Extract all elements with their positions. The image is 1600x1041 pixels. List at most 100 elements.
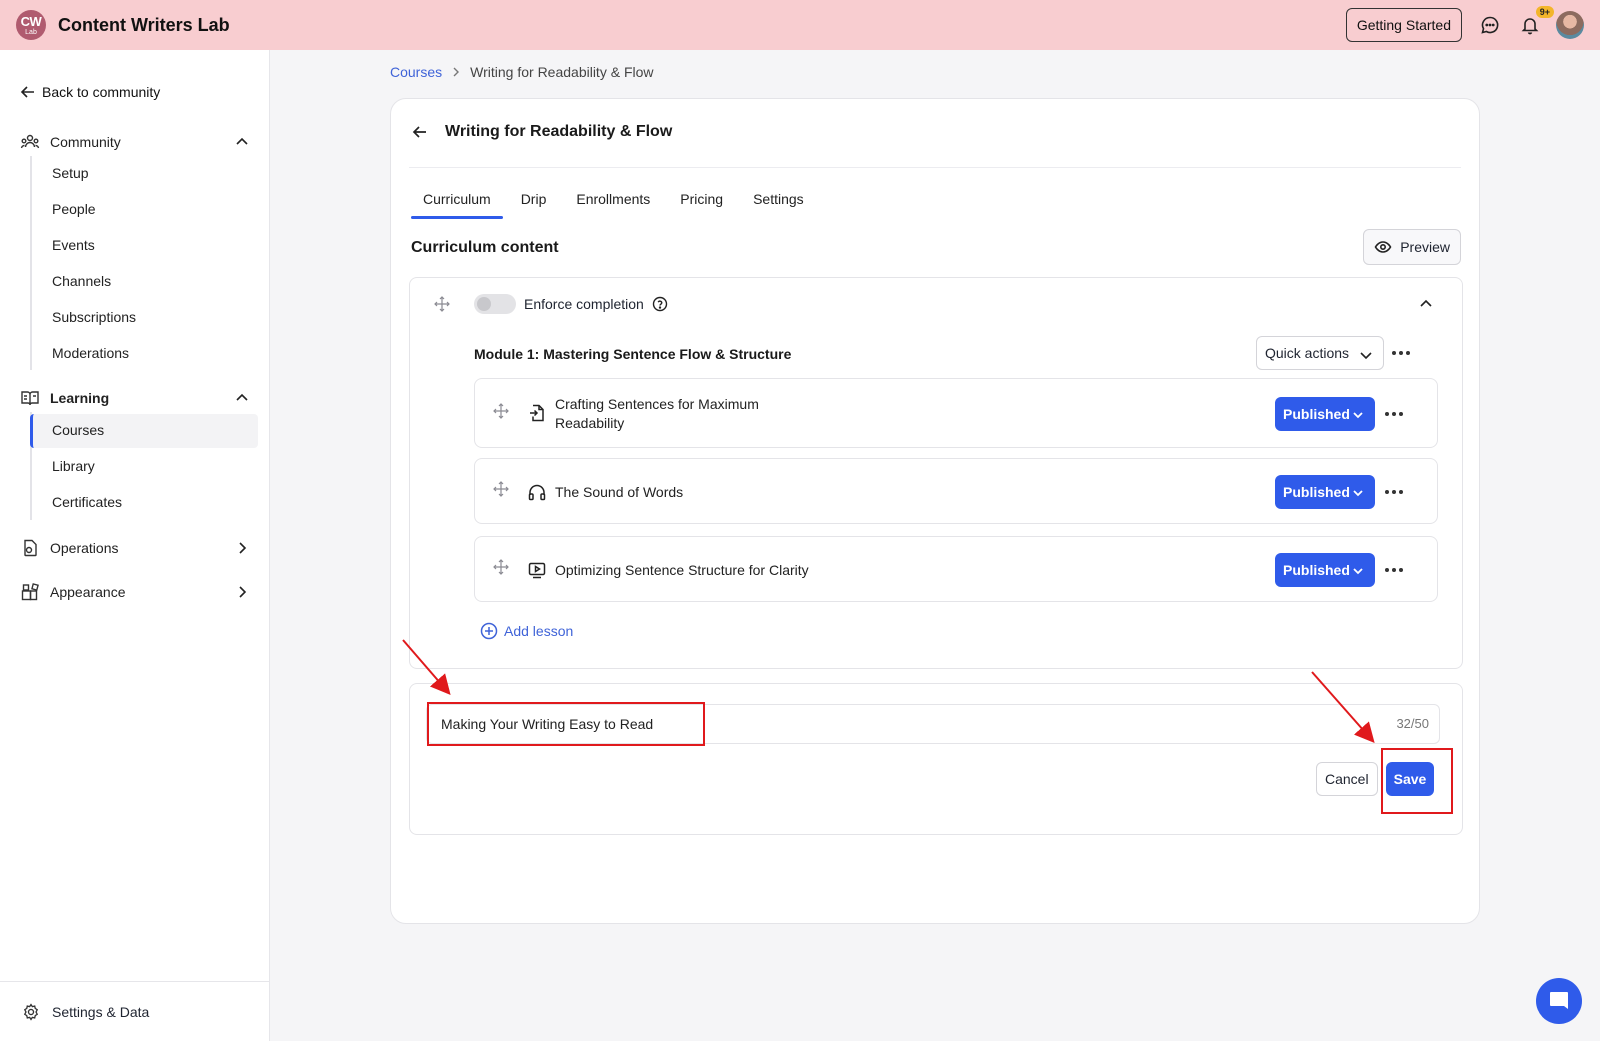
gear-icon bbox=[23, 1002, 39, 1021]
logo-subtext: Lab bbox=[25, 28, 37, 36]
back-to-community-link[interactable]: Back to community bbox=[20, 84, 160, 100]
lesson-row[interactable]: The Sound of Words Published bbox=[474, 458, 1438, 524]
course-title: Writing for Readability & Flow bbox=[445, 123, 673, 140]
top-bar: CW Lab Content Writers Lab Getting Start… bbox=[0, 0, 1600, 50]
plus-circle-icon bbox=[480, 622, 498, 640]
lesson-title: The Sound of Words bbox=[555, 484, 684, 500]
chevron-down-icon bbox=[1353, 568, 1363, 575]
chevron-down-icon bbox=[1360, 352, 1372, 360]
enforce-completion-label: Enforce completion bbox=[524, 296, 644, 312]
app-title[interactable]: Content Writers Lab bbox=[58, 15, 230, 36]
appearance-icon bbox=[20, 582, 40, 602]
arrow-left-icon bbox=[20, 86, 34, 98]
save-button[interactable]: Save bbox=[1386, 762, 1434, 796]
back-arrow-icon[interactable] bbox=[411, 123, 429, 141]
sidebar-item-certificates[interactable]: Certificates bbox=[52, 494, 122, 510]
course-editor-card: Writing for Readability & Flow Curriculu… bbox=[390, 98, 1480, 924]
chevron-up-icon bbox=[236, 137, 248, 145]
headphones-icon bbox=[528, 484, 546, 501]
lesson-more-options-icon[interactable] bbox=[1385, 568, 1403, 572]
drag-handle-icon[interactable] bbox=[493, 559, 509, 575]
module-more-options-icon[interactable] bbox=[1392, 351, 1410, 355]
book-open-icon bbox=[20, 388, 40, 408]
lesson-title: Optimizing Sentence Structure for Clarit… bbox=[555, 562, 809, 578]
tab-drip[interactable]: Drip bbox=[509, 187, 559, 219]
breadcrumb-courses-link[interactable]: Courses bbox=[390, 64, 442, 80]
preview-button[interactable]: Preview bbox=[1363, 229, 1461, 265]
character-counter: 32/50 bbox=[1396, 716, 1429, 731]
chevron-right-icon bbox=[239, 542, 247, 554]
sidebar-item-channels[interactable]: Channels bbox=[52, 273, 111, 289]
lesson-row[interactable]: Crafting Sentences for Maximum Readabili… bbox=[474, 378, 1438, 448]
sidebar-item-library[interactable]: Library bbox=[52, 458, 95, 474]
lesson-row[interactable]: Optimizing Sentence Structure for Clarit… bbox=[474, 536, 1438, 602]
sidebar-item-courses[interactable]: Courses bbox=[52, 422, 104, 438]
tab-enrollments[interactable]: Enrollments bbox=[564, 187, 662, 219]
lesson-title-line2: Readability bbox=[555, 415, 625, 431]
lesson-status-dropdown[interactable]: Published bbox=[1275, 475, 1375, 509]
user-avatar[interactable] bbox=[1556, 11, 1584, 39]
curriculum-content-title: Curriculum content bbox=[411, 239, 559, 256]
add-lesson-button[interactable]: Add lesson bbox=[480, 622, 573, 640]
help-circle-icon[interactable] bbox=[652, 296, 668, 312]
quick-actions-dropdown[interactable]: Quick actions bbox=[1256, 336, 1384, 370]
cancel-button[interactable]: Cancel bbox=[1316, 762, 1378, 796]
quick-actions-label: Quick actions bbox=[1265, 345, 1350, 361]
course-tabs: Curriculum Drip Enrollments Pricing Sett… bbox=[411, 187, 822, 219]
sidebar-item-subscriptions[interactable]: Subscriptions bbox=[52, 309, 136, 325]
breadcrumb-current: Writing for Readability & Flow bbox=[470, 64, 654, 80]
lesson-more-options-icon[interactable] bbox=[1385, 490, 1403, 494]
file-import-icon bbox=[530, 404, 544, 422]
chat-widget-button[interactable] bbox=[1536, 978, 1582, 1024]
module-name-input[interactable]: Making Your Writing Easy to Read 32/50 bbox=[426, 704, 1440, 744]
chevron-down-icon bbox=[1353, 490, 1363, 497]
back-to-community-label: Back to community bbox=[42, 84, 161, 100]
sidebar-item-setup[interactable]: Setup bbox=[52, 165, 89, 181]
notifications-bell-icon[interactable]: 9+ bbox=[1518, 6, 1554, 37]
chat-bubble-icon bbox=[1550, 992, 1568, 1009]
eye-icon bbox=[1374, 241, 1392, 253]
appearance-label: Appearance bbox=[50, 584, 126, 600]
lesson-status-dropdown[interactable]: Published bbox=[1275, 397, 1375, 431]
sidebar-item-people[interactable]: People bbox=[52, 201, 96, 217]
lesson-title-line1: Crafting Sentences for Maximum bbox=[555, 396, 759, 412]
sidebar-item-events[interactable]: Events bbox=[52, 237, 95, 253]
operations-icon bbox=[20, 538, 40, 558]
community-label: Community bbox=[50, 134, 121, 150]
chevron-up-icon bbox=[236, 393, 248, 401]
video-icon bbox=[528, 562, 546, 579]
drag-handle-icon[interactable] bbox=[493, 403, 509, 419]
notification-badge: 9+ bbox=[1535, 6, 1554, 18]
getting-started-button[interactable]: Getting Started bbox=[1345, 8, 1462, 42]
lesson-more-options-icon[interactable] bbox=[1385, 412, 1403, 416]
header-divider bbox=[409, 167, 1461, 168]
sidebar-section-learning[interactable]: Learning bbox=[20, 386, 250, 410]
drag-handle-icon[interactable] bbox=[493, 481, 509, 497]
chevron-right-icon bbox=[453, 67, 460, 77]
settings-and-data-link[interactable]: Settings & Data bbox=[0, 981, 269, 1041]
lesson-status-dropdown[interactable]: Published bbox=[1275, 553, 1375, 587]
app-logo[interactable]: CW Lab bbox=[16, 10, 46, 40]
chevron-down-icon bbox=[1353, 412, 1363, 419]
tab-curriculum[interactable]: Curriculum bbox=[411, 187, 503, 219]
tab-settings[interactable]: Settings bbox=[741, 187, 816, 219]
module-title: Module 1: Mastering Sentence Flow & Stru… bbox=[474, 346, 792, 362]
community-icon bbox=[20, 132, 40, 152]
module-name-value: Making Your Writing Easy to Read bbox=[441, 716, 654, 732]
learning-label: Learning bbox=[50, 390, 110, 406]
enforce-completion-toggle[interactable] bbox=[474, 294, 516, 314]
tab-pricing[interactable]: Pricing bbox=[668, 187, 735, 219]
sidebar-item-moderations[interactable]: Moderations bbox=[52, 345, 129, 361]
settings-and-data-label: Settings & Data bbox=[52, 1003, 150, 1020]
preview-label: Preview bbox=[1400, 239, 1450, 255]
sidebar-section-operations[interactable]: Operations bbox=[20, 536, 250, 560]
messages-icon[interactable] bbox=[1478, 13, 1502, 37]
community-tree-line bbox=[30, 156, 32, 370]
breadcrumb: Courses Writing for Readability & Flow bbox=[390, 64, 654, 80]
sidebar-section-appearance[interactable]: Appearance bbox=[20, 580, 250, 604]
sidebar-section-community[interactable]: Community bbox=[20, 130, 250, 154]
drag-handle-icon[interactable] bbox=[434, 296, 450, 312]
module-card: Enforce completion Module 1: Mastering S… bbox=[409, 277, 1463, 669]
status-label: Published bbox=[1283, 484, 1350, 500]
chevron-up-icon[interactable] bbox=[1418, 296, 1434, 312]
